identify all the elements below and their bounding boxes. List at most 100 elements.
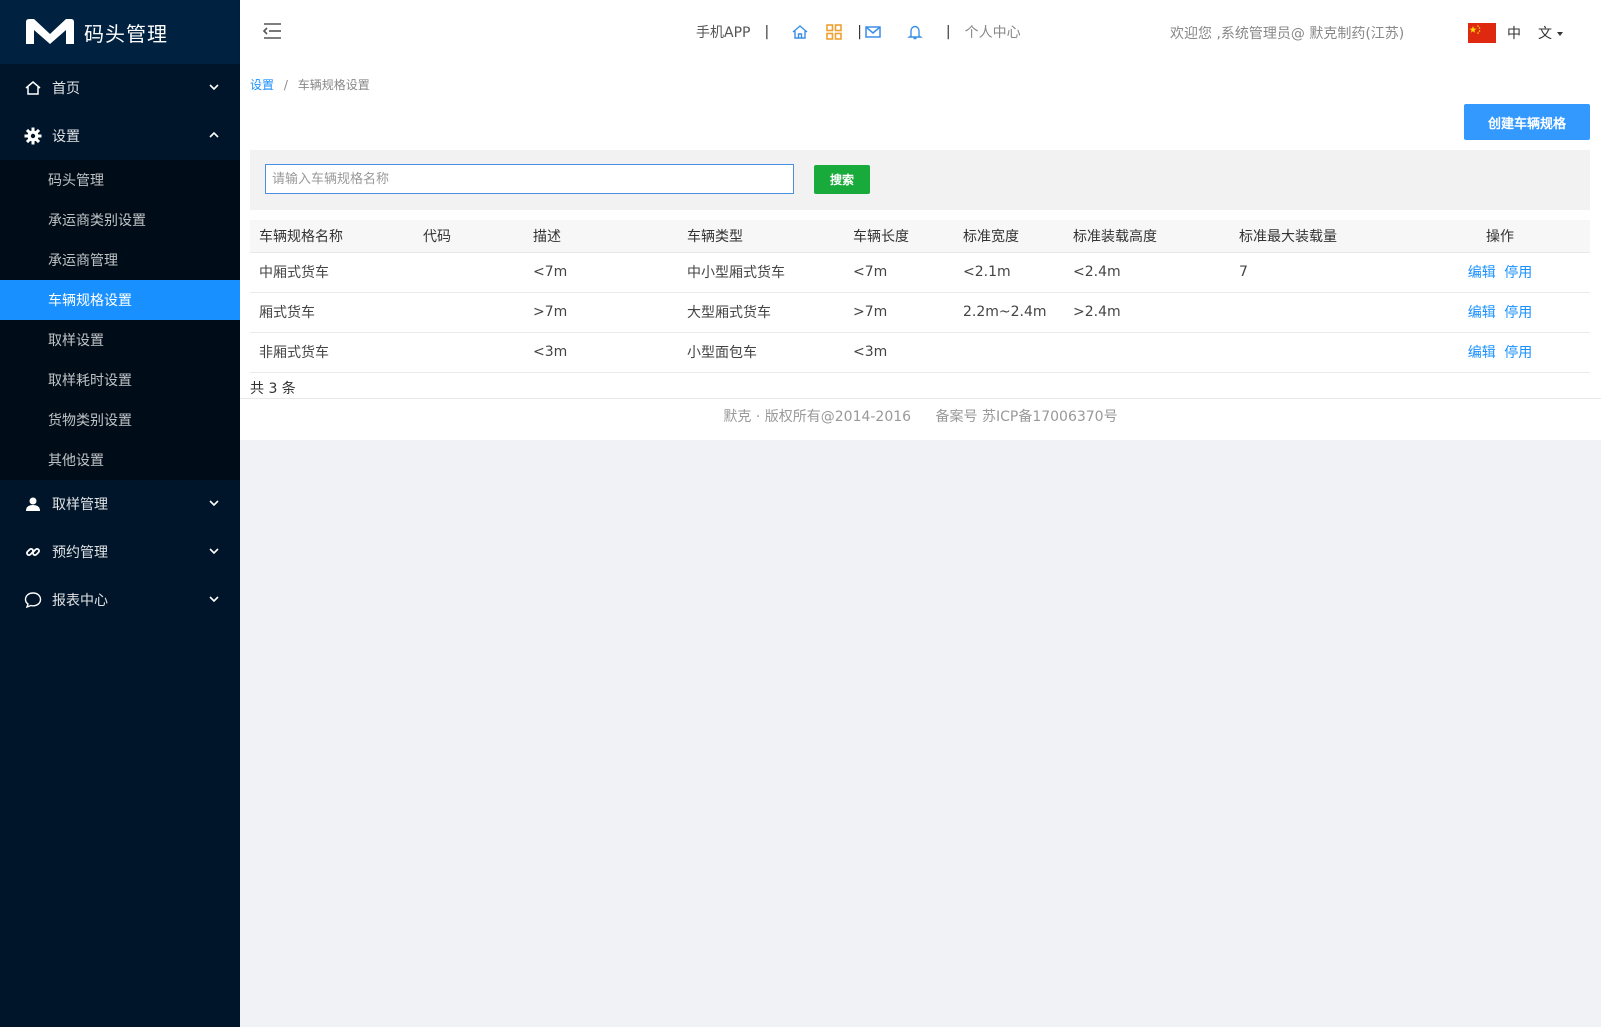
cell-std-max-load [1230,292,1410,333]
logo[interactable]: 码头管理 [0,0,240,64]
sidebar-item-label: 取样管理 [52,497,108,513]
link-icon [24,543,42,561]
user-icon [24,495,42,513]
sidebar-item-reports[interactable]: 报表中心 [0,576,240,624]
cell-vehicle-type: 中小型厢式货车 [678,252,844,293]
welcome-text: 欢迎您 ,系统管理员@ 默克制药(江苏) [1170,26,1405,42]
footer: 默克 · 版权所有@2014-2016 备案号 苏ICP备17006370号 [240,406,1601,426]
sidebar-item-settings[interactable]: 设置 [0,112,240,160]
search-button[interactable]: 搜索 [814,165,870,194]
cell-name: 非厢式货车 [250,332,414,373]
home-icon [24,79,42,97]
edit-link[interactable]: 编辑 [1468,345,1496,361]
col-header-vehicle-type: 车辆类型 [678,220,844,253]
cell-actions: 编辑 停用 [1410,332,1590,373]
total-count: 共 3 条 [250,381,296,397]
sidebar-subitem-vehicle-spec[interactable]: 车辆规格设置 [0,280,240,320]
sidebar-item-sampling-management[interactable]: 取样管理 [0,480,240,528]
sidebar-subitem-carrier[interactable]: 承运商管理 [0,240,240,280]
sidebar: 码头管理 首页 设置 码头管理 承运商类别设置 承运商管理 车辆规格设置 取样设… [0,0,240,1027]
cell-description: <7m [524,252,678,293]
cell-actions: 编辑 停用 [1410,252,1590,293]
breadcrumb: 设置 / 车辆规格设置 [250,76,370,93]
footer-copyright: 默克 · 版权所有@2014-2016 [723,409,912,425]
chevron-down-icon [209,548,219,555]
chevron-down-icon [209,500,219,507]
sidebar-subitem-cargo-category[interactable]: 货物类别设置 [0,400,240,440]
cell-name: 中厢式货车 [250,252,414,293]
table-row: 中厢式货车 <7m 中小型厢式货车 <7m <2.1m <2.4m 7 编辑 停… [250,252,1590,293]
sidebar-item-reservation[interactable]: 预约管理 [0,528,240,576]
bell-icon[interactable] [906,23,924,41]
sidebar-item-label: 首页 [52,81,80,97]
search-bar: 搜索 [250,150,1590,210]
caret-down-icon [1557,32,1564,36]
mail-icon[interactable] [864,23,882,41]
grid-apps-icon[interactable] [825,23,843,41]
cell-std-width: <2.1m [954,252,1064,293]
cell-std-load-height: <2.4m [1064,252,1230,293]
chevron-up-icon [209,131,219,138]
sidebar-item-label: 设置 [52,129,80,145]
menu-fold-icon[interactable] [262,22,282,40]
cell-vehicle-length: <3m [844,332,954,373]
cell-vehicle-length: <7m [844,252,954,293]
nav-separator: | [764,24,770,40]
cell-std-width: 2.2m~2.4m [954,292,1064,333]
disable-link[interactable]: 停用 [1504,345,1532,361]
cell-std-load-height: >2.4m [1064,292,1230,333]
nav-separator: | [945,24,951,40]
chat-bubble-icon [24,591,42,609]
sidebar-subitem-sampling[interactable]: 取样设置 [0,320,240,360]
breadcrumb-settings[interactable]: 设置 [250,78,274,92]
sidebar-subitem-dock[interactable]: 码头管理 [0,160,240,200]
personal-center-link[interactable]: 个人中心 [965,22,1021,42]
logo-m-icon [26,19,74,44]
sidebar-subitem-carrier-category[interactable]: 承运商类别设置 [0,200,240,240]
sidebar-subitem-other[interactable]: 其他设置 [0,440,240,480]
col-header-std-load-height: 标准装载高度 [1064,220,1230,253]
breadcrumb-current: 车辆规格设置 [297,78,370,92]
top-header: 手机APP | | | 个人中心 欢迎您 ,系统管理员@ 默克制药(江苏) 中 … [240,0,1601,64]
sidebar-subitem-sampling-time[interactable]: 取样耗时设置 [0,360,240,400]
footer-icp: 备案号 苏ICP备17006370号 [935,409,1118,425]
cell-vehicle-length: >7m [844,292,954,333]
cell-std-width [954,332,1064,373]
breadcrumb-separator: / [283,78,288,92]
col-header-actions: 操作 [1410,220,1590,253]
cell-description: <3m [524,332,678,373]
language-switch[interactable]: 文 [1538,23,1564,43]
col-header-code: 代码 [414,220,524,253]
table-header-row: 车辆规格名称 代码 描述 车辆类型 车辆长度 标准宽度 标准装载高度 标准最大装… [250,220,1590,253]
cell-actions: 编辑 停用 [1410,292,1590,333]
gear-icon [24,127,42,145]
col-header-description: 描述 [524,220,678,253]
search-input[interactable] [265,164,794,194]
footer-divider [240,398,1601,399]
cell-code [414,252,524,293]
col-header-name: 车辆规格名称 [250,220,414,253]
cell-std-load-height [1064,332,1230,373]
cell-vehicle-type: 小型面包车 [678,332,844,373]
home-icon[interactable] [791,23,809,41]
create-vehicle-spec-button[interactable]: 创建车辆规格 [1464,104,1590,140]
sidebar-item-label: 报表中心 [52,593,108,609]
col-header-std-width: 标准宽度 [954,220,1064,253]
table-row: 非厢式货车 <3m 小型面包车 <3m 编辑 停用 [250,332,1590,373]
edit-link[interactable]: 编辑 [1468,305,1496,321]
mobile-app-link[interactable]: 手机APP [696,22,750,42]
disable-link[interactable]: 停用 [1504,265,1532,281]
cell-name: 厢式货车 [250,292,414,333]
edit-link[interactable]: 编辑 [1468,265,1496,281]
current-language: 中 [1507,26,1521,42]
app-title: 码头管理 [84,21,168,46]
sidebar-item-home[interactable]: 首页 [0,64,240,112]
disable-link[interactable]: 停用 [1504,305,1532,321]
top-nav: 手机APP | | | 个人中心 [696,22,1021,42]
content-panel: 设置 / 车辆规格设置 创建车辆规格 搜索 车辆规格名称 代码 描述 车辆类型 … [240,64,1601,440]
table-row: 厢式货车 >7m 大型厢式货车 >7m 2.2m~2.4m >2.4m 编辑 停… [250,292,1590,333]
col-header-std-max-load: 标准最大装载量 [1230,220,1410,253]
cell-std-max-load: 7 [1230,252,1410,293]
cell-code [414,332,524,373]
cell-vehicle-type: 大型厢式货车 [678,292,844,333]
